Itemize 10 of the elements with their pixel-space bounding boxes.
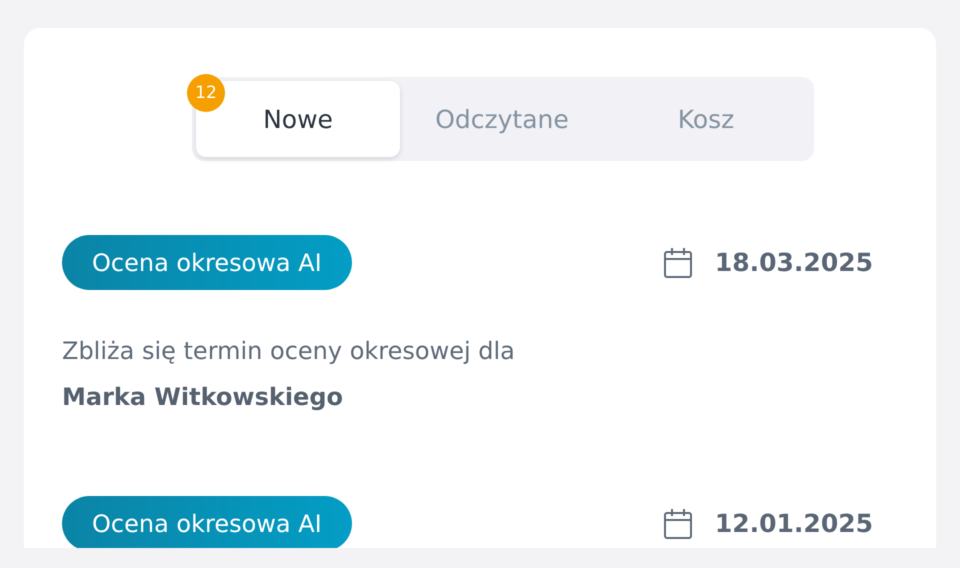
- tab[interactable]: Kosz: [604, 81, 808, 157]
- notification-date: 12.01.2025: [714, 509, 873, 538]
- notification-message: Zbliża się termin oceny okresowej dla Marka Witkowskiego: [62, 336, 516, 413]
- calendar-icon: [662, 246, 693, 278]
- count-badge: 12: [187, 74, 225, 112]
- category-tag: Ocena okresowa AI: [62, 235, 352, 290]
- category-tag: Ocena okresowa AI: [62, 496, 352, 548]
- calendar-icon: [662, 508, 693, 540]
- tab[interactable]: Odczytane: [400, 81, 604, 157]
- notification-date: 18.03.2025: [714, 248, 873, 277]
